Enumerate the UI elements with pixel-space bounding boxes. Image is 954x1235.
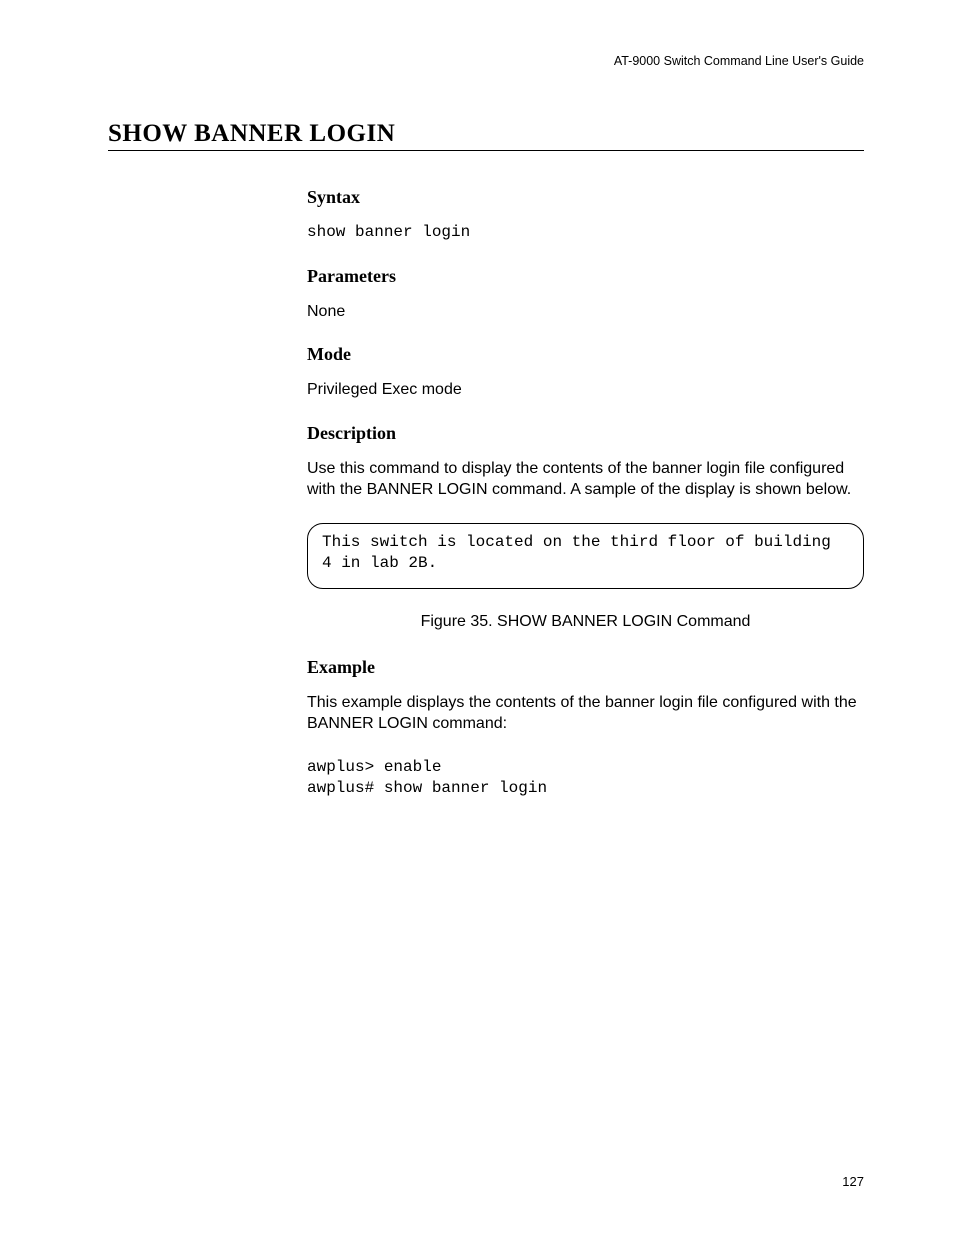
example-text: This example displays the contents of th… (307, 692, 864, 735)
page-number: 127 (842, 1174, 864, 1189)
figure-caption: Figure 35. SHOW BANNER LOGIN Command (307, 613, 864, 631)
syntax-code: show banner login (307, 222, 864, 244)
description-heading: Description (307, 423, 864, 444)
running-header: AT-9000 Switch Command Line User's Guide (108, 54, 864, 68)
example-heading: Example (307, 657, 864, 678)
parameters-text: None (307, 301, 864, 323)
description-text: Use this command to display the contents… (307, 458, 864, 501)
example-code: awplus> enable awplus# show banner login (307, 757, 864, 800)
page-container: AT-9000 Switch Command Line User's Guide… (0, 0, 954, 1235)
section-title: SHOW BANNER LOGIN (108, 120, 864, 148)
content-column: Syntax show banner login Parameters None… (307, 187, 864, 800)
syntax-heading: Syntax (307, 187, 864, 208)
mode-heading: Mode (307, 344, 864, 365)
mode-text: Privileged Exec mode (307, 379, 864, 401)
output-box: This switch is located on the third floo… (307, 523, 864, 589)
section-rule (108, 150, 864, 151)
parameters-heading: Parameters (307, 266, 864, 287)
